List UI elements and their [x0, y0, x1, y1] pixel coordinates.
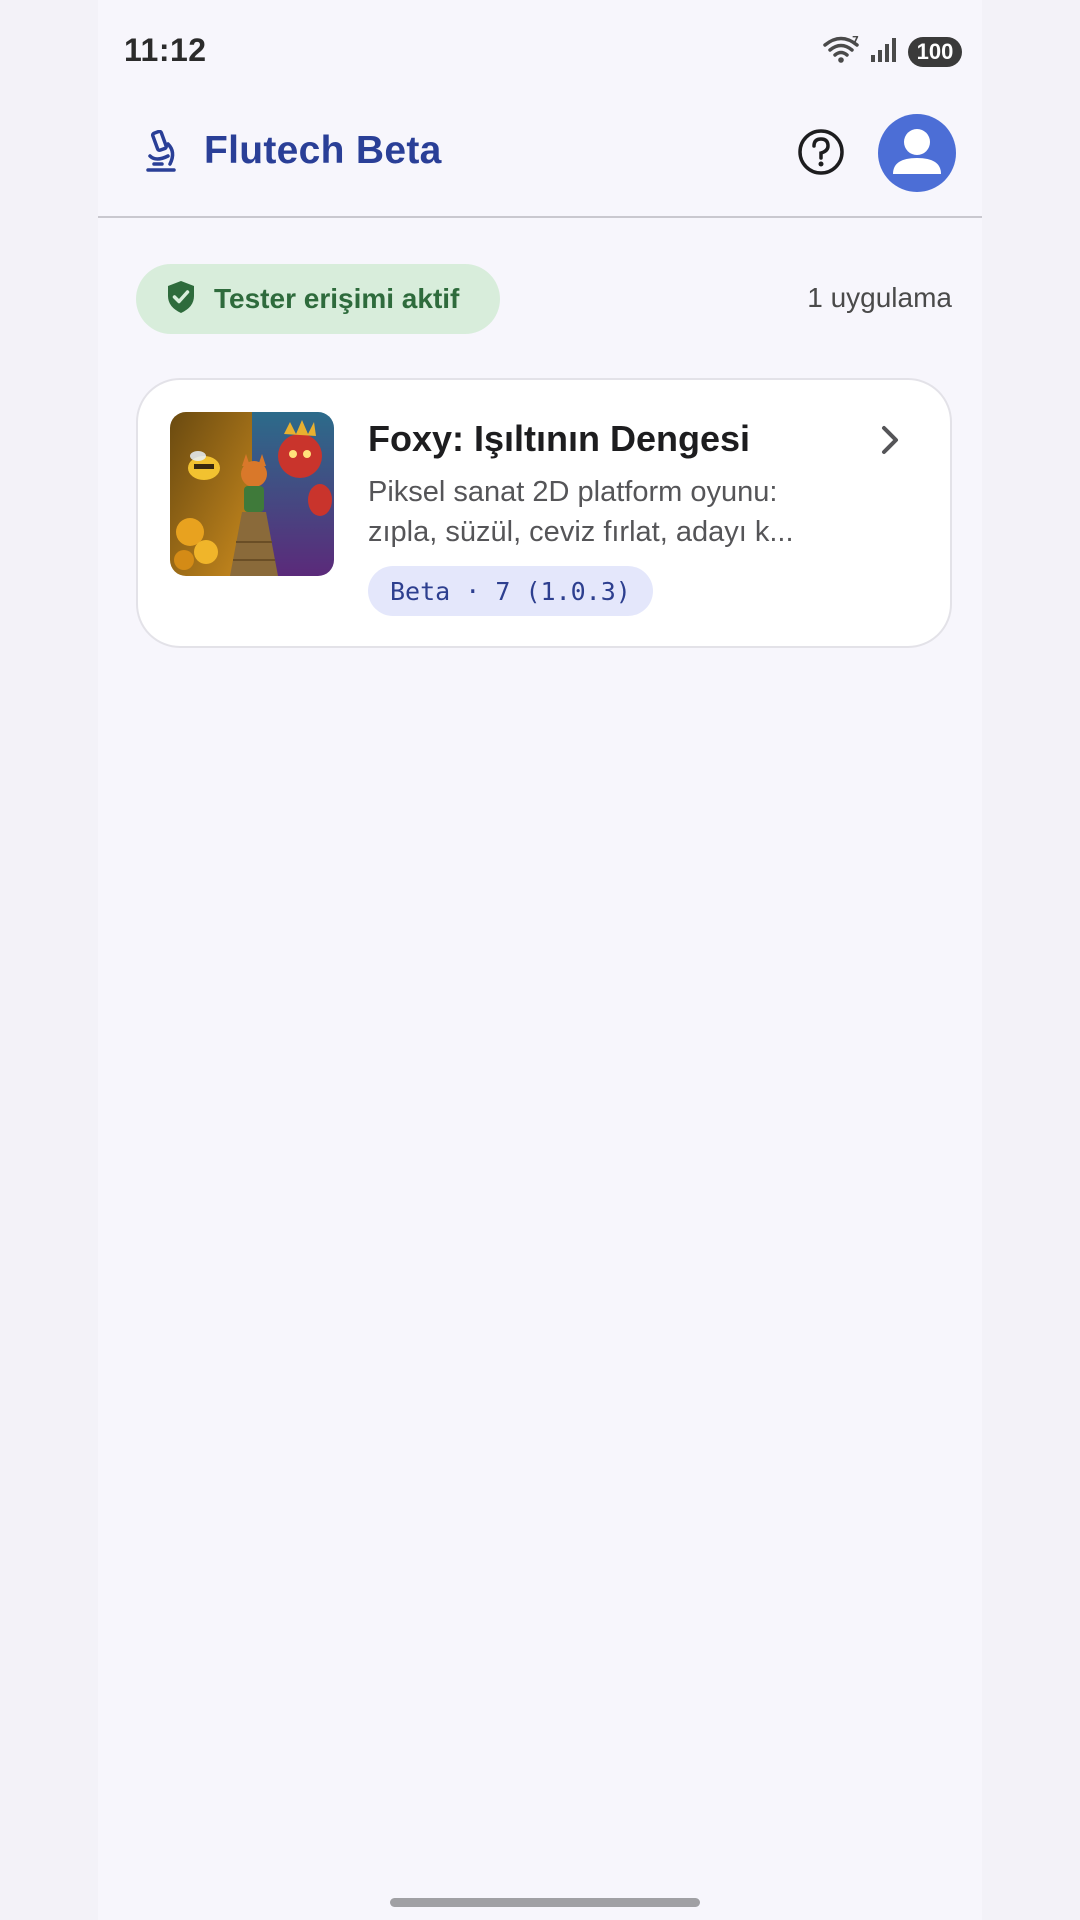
gesture-navigation-bar[interactable] — [390, 1898, 700, 1907]
chevron-right-icon — [870, 420, 910, 460]
microscope-icon — [140, 129, 180, 176]
app-count: 1 uygulama — [807, 282, 952, 313]
app-description: Piksel sanat 2D platform oyunu: zıpla, s… — [368, 476, 794, 548]
right-margin — [982, 0, 1080, 1920]
app-title: Flutech Beta — [204, 129, 442, 172]
app-name: Foxy: Işıltının Dengesi — [368, 418, 751, 459]
status-icons: 7 100 — [822, 34, 962, 69]
signal-icon — [870, 35, 898, 68]
app-content: 11:12 7 100 Flutech Beta Tester erişimi … — [98, 0, 982, 1920]
svg-text:7: 7 — [852, 35, 859, 46]
battery-icon: 100 — [908, 36, 962, 67]
profile-button[interactable] — [878, 114, 956, 192]
status-bar: 11:12 7 100 — [98, 0, 982, 100]
wifi-icon: 7 — [822, 34, 860, 69]
app-thumbnail — [170, 412, 334, 576]
help-circle-icon — [797, 128, 845, 181]
app-bar: Flutech Beta — [98, 100, 982, 218]
app-card[interactable]: Foxy: Işıltının Dengesi Piksel sanat 2D … — [136, 378, 952, 648]
help-button[interactable] — [796, 128, 846, 181]
screen: 11:12 7 100 Flutech Beta Tester erişimi … — [0, 0, 1080, 1920]
shield-check-icon — [166, 280, 196, 319]
left-margin — [0, 0, 98, 1920]
account-circle-icon — [878, 114, 956, 192]
version-badge: Beta · 7 (1.0.3) — [368, 566, 653, 616]
tester-access-chip: Tester erişimi aktif — [136, 264, 500, 334]
status-time: 11:12 — [124, 32, 207, 68]
tester-access-label: Tester erişimi aktif — [214, 283, 460, 314]
